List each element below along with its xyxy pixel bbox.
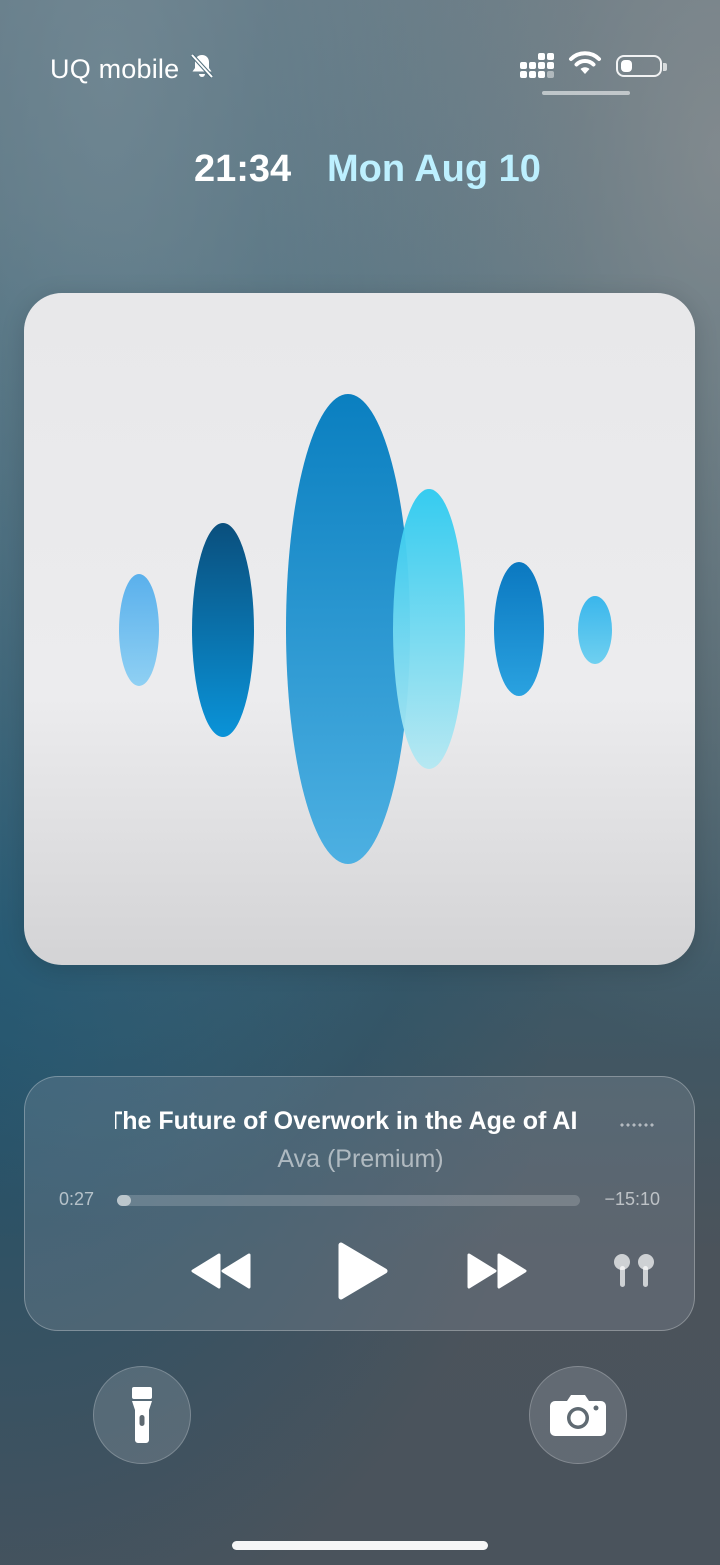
wave-bar-1 — [119, 574, 159, 686]
wave-bar-3 — [286, 394, 410, 864]
fast-forward-icon — [467, 1253, 527, 1289]
battery-icon — [616, 54, 667, 77]
flashlight-icon — [132, 1387, 152, 1443]
carrier: UQ mobile — [50, 52, 215, 87]
flashlight-button[interactable] — [93, 1366, 191, 1464]
fast-forward-button[interactable] — [465, 1251, 529, 1294]
clock-time: 21:34 — [194, 148, 292, 190]
now-playing-widget[interactable]: The Future of Overwork in the Age of AI … — [24, 1076, 695, 1331]
more-dots-icon — [619, 1123, 655, 1127]
rewind-icon — [191, 1253, 251, 1289]
airpods-icon — [614, 1254, 654, 1287]
voice-waveform-artwork — [119, 394, 612, 864]
track-artist: Ava (Premium) — [277, 1145, 444, 1173]
home-indicator[interactable] — [232, 1541, 488, 1550]
clock-date: Mon Aug 10 — [327, 148, 541, 190]
play-button[interactable] — [333, 1241, 391, 1304]
play-icon — [338, 1242, 388, 1300]
scrubber-fill — [117, 1195, 131, 1206]
rewind-button[interactable] — [189, 1251, 253, 1294]
signal-icon — [520, 53, 554, 78]
now-playing-artwork — [24, 293, 695, 965]
airpods-button[interactable] — [611, 1253, 657, 1292]
wifi-icon — [568, 50, 602, 81]
camera-icon — [550, 1395, 606, 1436]
wave-bar-2 — [192, 523, 254, 737]
track-title[interactable]: The Future of Overwork in the Age of AI — [115, 1107, 600, 1141]
status-bar: UQ mobile — [0, 0, 720, 110]
time-remaining: −15:10 — [604, 1189, 660, 1209]
camera-button[interactable] — [529, 1366, 627, 1464]
time-elapsed: 0:27 — [59, 1189, 95, 1209]
playback-scrubber[interactable] — [117, 1195, 580, 1206]
wave-bar-5 — [494, 562, 544, 696]
carrier-name: UQ mobile — [50, 54, 180, 84]
control-center-indicator[interactable] — [542, 91, 630, 95]
bell-slash-icon — [189, 52, 215, 87]
wave-bar-6 — [578, 596, 612, 664]
status-icons — [520, 50, 667, 81]
wave-bar-4 — [393, 489, 465, 769]
